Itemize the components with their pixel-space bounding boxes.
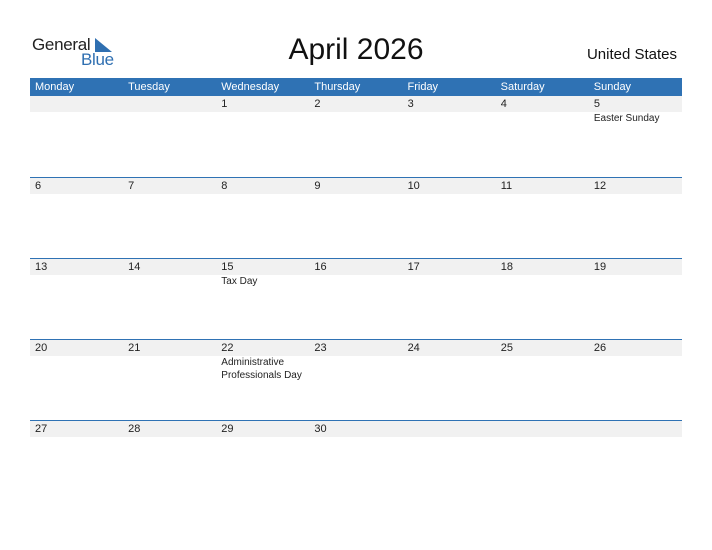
day-number: 30 <box>314 423 327 435</box>
day-cell: 2 <box>309 96 402 176</box>
day-cell: 23 <box>309 340 402 420</box>
day-number: 22 <box>221 342 234 354</box>
day-number: 28 <box>128 423 141 435</box>
week-row: 27 28 29 30 <box>30 420 682 502</box>
day-cell: 12 <box>589 178 682 258</box>
day-number: 25 <box>500 342 513 354</box>
day-cell: 17 <box>403 259 496 339</box>
day-cell: 5 Easter Sunday <box>589 96 682 176</box>
weekday-sunday: Sunday <box>593 81 632 93</box>
day-number: 3 <box>407 98 414 110</box>
day-number: 6 <box>35 180 42 192</box>
day-number: 21 <box>128 342 141 354</box>
day-cell: 14 <box>123 259 216 339</box>
day-cell: 8 <box>216 178 309 258</box>
day-cell: 3 <box>403 96 496 176</box>
day-number: 8 <box>221 180 228 192</box>
day-number: 4 <box>500 98 507 110</box>
weekday-tuesday: Tuesday <box>128 81 170 93</box>
weekday-header: Monday Tuesday Wednesday Thursday Friday… <box>30 78 682 96</box>
day-cell: 13 <box>30 259 123 339</box>
day-number: 16 <box>314 261 327 273</box>
day-cell: 15 Tax Day <box>216 259 309 339</box>
day-cell: 18 <box>496 259 589 339</box>
weekday-saturday: Saturday <box>500 81 545 93</box>
day-cell: 27 <box>30 421 123 501</box>
day-number: 11 <box>500 180 513 192</box>
day-cell: 21 <box>123 340 216 420</box>
weekday-monday: Monday <box>35 81 75 93</box>
day-cell: 19 <box>589 259 682 339</box>
day-cell <box>496 421 589 501</box>
day-number: 15 <box>221 261 234 273</box>
day-cell <box>30 96 123 176</box>
day-cell: 4 <box>496 96 589 176</box>
day-cell: 22 Administrative Professionals Day <box>216 340 309 420</box>
day-cell: 30 <box>309 421 402 501</box>
day-number: 29 <box>221 423 234 435</box>
day-cell: 9 <box>309 178 402 258</box>
weekday-friday: Friday <box>407 81 439 93</box>
day-cell <box>123 96 216 176</box>
day-number: 23 <box>314 342 327 354</box>
day-cell: 11 <box>496 178 589 258</box>
day-number: 24 <box>407 342 420 354</box>
week-row: 6 7 8 9 10 11 12 <box>30 177 682 259</box>
holiday-label: Tax Day <box>221 276 258 287</box>
day-number: 2 <box>314 98 321 110</box>
day-number: 27 <box>35 423 48 435</box>
day-number: 12 <box>593 180 607 192</box>
day-cell: 26 <box>589 340 682 420</box>
day-cell: 7 <box>123 178 216 258</box>
day-number: 26 <box>593 342 607 354</box>
day-number: 7 <box>128 180 135 192</box>
holiday-label: Administrative Professionals Day <box>221 357 302 381</box>
day-number: 13 <box>35 261 48 273</box>
day-cell: 20 <box>30 340 123 420</box>
week-row: 1 2 3 4 5 Easter Sunday <box>30 96 682 177</box>
country-label: United States <box>586 46 677 63</box>
day-cell: 10 <box>403 178 496 258</box>
weekday-thursday: Thursday <box>314 81 361 93</box>
day-cell: 28 <box>123 421 216 501</box>
day-number: 14 <box>128 261 141 273</box>
weekday-wednesday: Wednesday <box>221 81 280 93</box>
week-row: 13 14 15 Tax Day 16 17 18 19 <box>30 258 682 340</box>
week-row: 20 21 22 Administrative Professionals Day 23… <box>30 339 682 421</box>
day-number: 9 <box>314 180 321 192</box>
day-number: 1 <box>221 98 228 110</box>
day-cell <box>403 421 496 501</box>
day-cell: 24 <box>403 340 496 420</box>
holiday-label: Easter Sunday <box>593 113 660 124</box>
day-number: 10 <box>407 180 420 192</box>
day-cell <box>589 421 682 501</box>
day-number: 19 <box>593 261 607 273</box>
day-cell: 6 <box>30 178 123 258</box>
day-cell: 29 <box>216 421 309 501</box>
day-number: 18 <box>500 261 513 273</box>
day-cell: 16 <box>309 259 402 339</box>
day-cell: 1 <box>216 96 309 176</box>
day-number: 5 <box>593 98 600 110</box>
day-number: 17 <box>407 261 420 273</box>
day-cell: 25 <box>496 340 589 420</box>
day-number: 20 <box>35 342 48 354</box>
